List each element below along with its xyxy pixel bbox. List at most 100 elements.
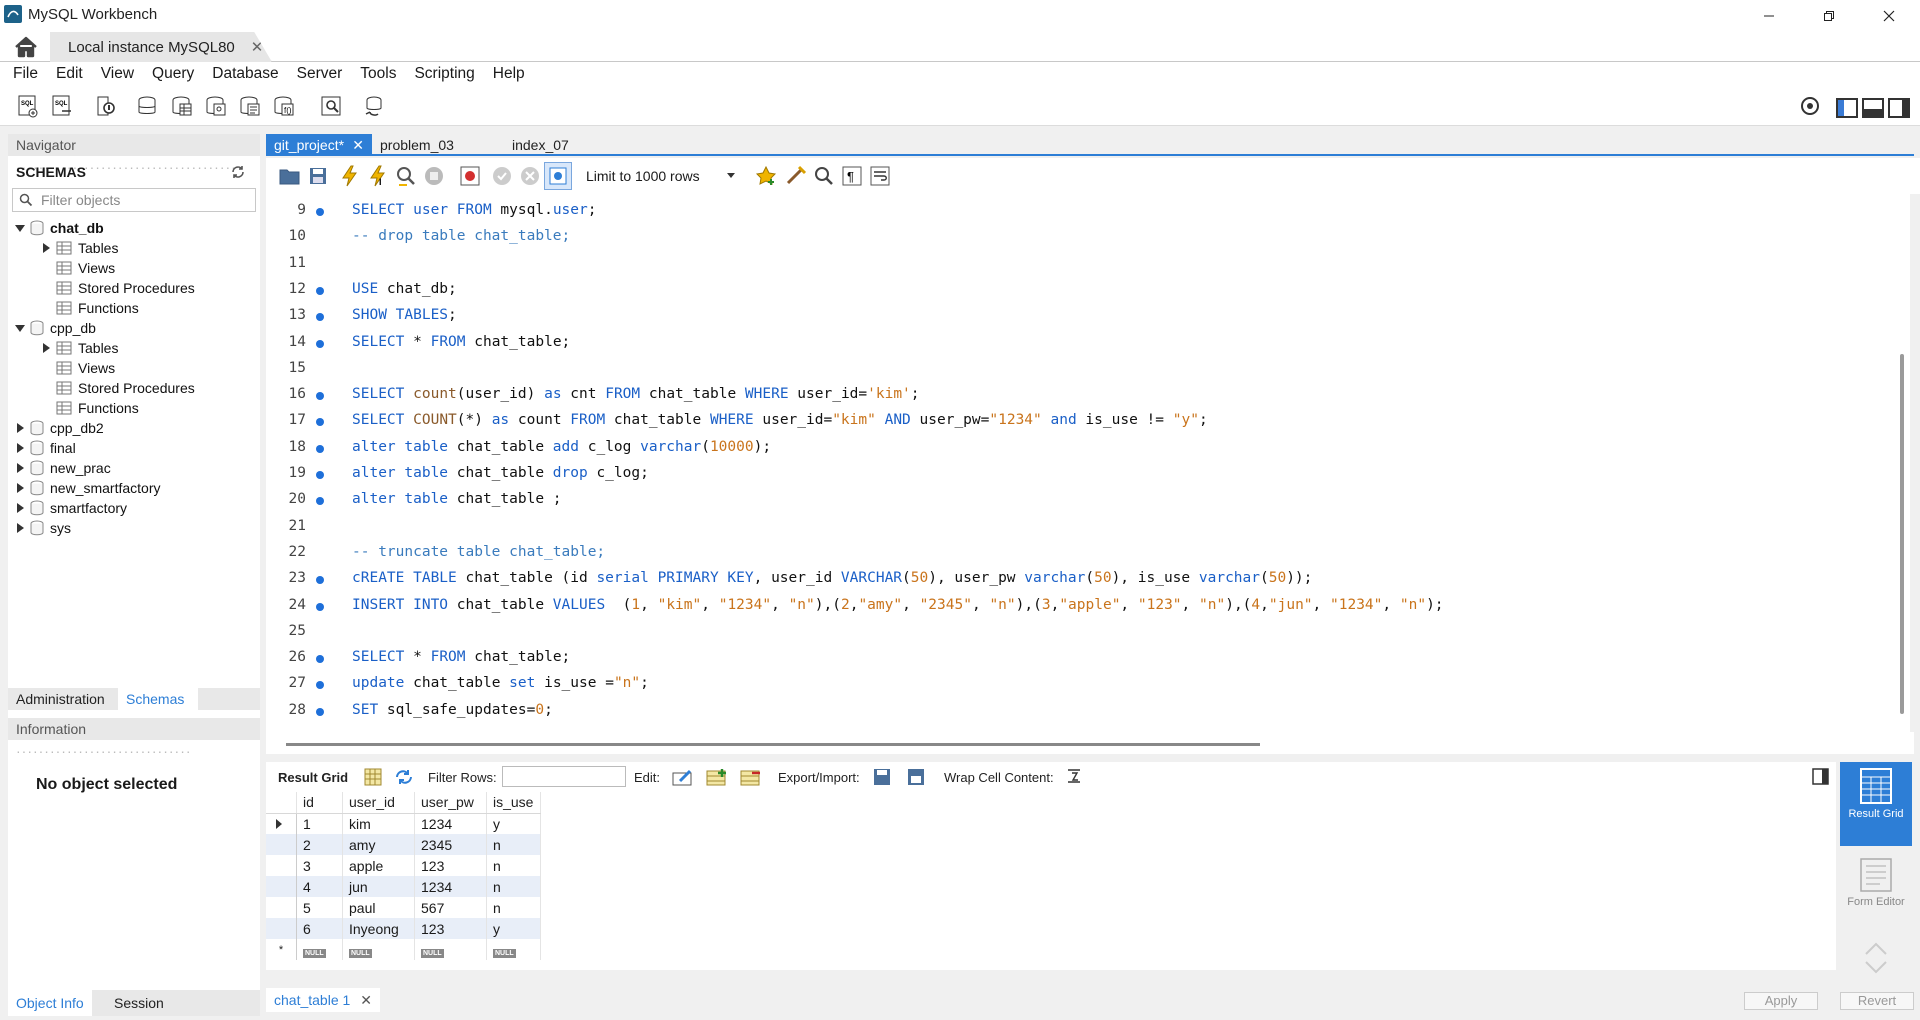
tree-item-stored-procedures[interactable]: Stored Procedures: [56, 378, 195, 398]
table-cell[interactable]: 2345: [414, 834, 487, 855]
toggle-stop-on-error-icon[interactable]: [456, 162, 484, 190]
table-cell[interactable]: n: [486, 855, 541, 876]
schema-smartfactory[interactable]: smartfactory: [14, 498, 127, 518]
menu-edit[interactable]: Edit: [47, 65, 92, 83]
inspector-icon[interactable]: [92, 92, 120, 120]
tab-object-info[interactable]: Object Info: [8, 990, 92, 1016]
filter-objects-input[interactable]: Filter objects: [12, 188, 256, 212]
table-cell[interactable]: apple: [342, 855, 415, 876]
result-grid-view-button[interactable]: Result Grid: [1840, 762, 1912, 846]
result-grid[interactable]: id user_id user_pw is_use 1 kim 1234 y 2 amy 2…: [266, 792, 1836, 970]
tab-administration[interactable]: Administration: [8, 688, 113, 710]
tree-item-functions[interactable]: Functions: [56, 398, 139, 418]
tree-item-stored-procedures[interactable]: Stored Procedures: [56, 278, 195, 298]
collapsed-arrow-icon[interactable]: [14, 522, 26, 534]
schema-chat-db[interactable]: chat_db: [14, 218, 104, 238]
code-line[interactable]: SHOW TABLES;: [352, 307, 457, 323]
collapsed-arrow-icon[interactable]: [14, 502, 26, 514]
table-cell[interactable]: 1234: [414, 813, 487, 834]
code-line[interactable]: alter table chat_table ;: [352, 491, 562, 507]
code-line[interactable]: INSERT INTO chat_table VALUES (1, "kim",…: [352, 597, 1444, 613]
null-cell[interactable]: NULL: [296, 939, 343, 960]
import-icon[interactable]: [906, 767, 928, 787]
export-icon[interactable]: [872, 767, 894, 787]
table-cell[interactable]: 567: [414, 897, 487, 918]
invisible-chars-icon[interactable]: ¶: [838, 162, 866, 190]
table-cell[interactable]: amy: [342, 834, 415, 855]
code-line[interactable]: SELECT COUNT(*) as count FROM chat_table…: [352, 412, 1208, 428]
table-cell[interactable]: 123: [414, 855, 487, 876]
table-cell[interactable]: 1: [296, 813, 343, 834]
code-line[interactable]: alter table chat_table add c_log varchar…: [352, 439, 771, 455]
toggle-result-panel-icon[interactable]: [1812, 768, 1830, 786]
chevron-up-icon[interactable]: [1864, 942, 1888, 956]
table-cell[interactable]: paul: [342, 897, 415, 918]
editor-horizontal-scrollbar[interactable]: [266, 732, 1914, 754]
editor-tab-index-07[interactable]: index_07: [484, 134, 596, 156]
apply-button[interactable]: Apply: [1744, 992, 1818, 1010]
schema-sys[interactable]: sys: [14, 518, 71, 538]
find-icon[interactable]: [810, 162, 838, 190]
row-header[interactable]: [266, 834, 297, 855]
table-cell[interactable]: n: [486, 897, 541, 918]
revert-button[interactable]: Revert: [1840, 992, 1914, 1010]
table-cell[interactable]: jun: [342, 876, 415, 897]
row-header[interactable]: [266, 897, 297, 918]
table-cell[interactable]: n: [486, 834, 541, 855]
toggle-sidebar-icon[interactable]: [1836, 98, 1858, 118]
table-cell[interactable]: 6: [296, 918, 343, 939]
connection-tab[interactable]: Local instance MySQL80 ✕: [50, 32, 272, 62]
row-header[interactable]: [266, 855, 297, 876]
collapsed-arrow-icon[interactable]: [14, 482, 26, 494]
code-line[interactable]: SET sql_safe_updates=0;: [352, 702, 553, 718]
code-line[interactable]: alter table chat_table drop c_log;: [352, 465, 649, 481]
edit-row-icon[interactable]: [672, 767, 694, 787]
tree-item-tables[interactable]: Tables: [40, 238, 118, 258]
execute-icon[interactable]: [336, 162, 364, 190]
chevron-down-icon[interactable]: [1864, 960, 1888, 974]
menu-scripting[interactable]: Scripting: [405, 65, 483, 83]
table-row[interactable]: 2 amy 2345 n: [266, 834, 541, 855]
beautify-icon[interactable]: [782, 162, 810, 190]
table-row[interactable]: 3 apple 123 n: [266, 855, 541, 876]
execute-current-icon[interactable]: I: [364, 162, 392, 190]
sql-editor[interactable]: 9 SELECT user FROM mysql.user; 10 -- drop t…: [266, 194, 1896, 732]
code-line[interactable]: update chat_table set is_use ="n";: [352, 675, 649, 691]
table-cell[interactable]: 1234: [414, 876, 487, 897]
null-cell[interactable]: NULL: [414, 939, 487, 960]
grid-view-icon[interactable]: [364, 768, 382, 786]
table-cell[interactable]: y: [486, 918, 541, 939]
create-function-icon[interactable]: f(): [270, 92, 298, 120]
restore-button[interactable]: [1806, 0, 1852, 32]
code-line[interactable]: SELECT user FROM mysql.user;: [352, 202, 596, 218]
table-cell[interactable]: n: [486, 876, 541, 897]
new-sql-tab-icon[interactable]: SQL: [14, 92, 42, 120]
editor-tab-git-project[interactable]: git_project* ✕: [266, 134, 372, 156]
add-snippet-icon[interactable]: [752, 162, 780, 190]
refresh-schemas-icon[interactable]: [230, 164, 246, 180]
code-line[interactable]: cREATE TABLE chat_table (id serial PRIMA…: [352, 570, 1312, 586]
reconnect-icon[interactable]: [360, 92, 388, 120]
home-icon[interactable]: [14, 36, 38, 58]
row-header[interactable]: [266, 813, 297, 834]
close-tab-icon[interactable]: ✕: [352, 134, 364, 156]
tab-session[interactable]: Session: [106, 990, 172, 1016]
create-table-icon[interactable]: [168, 92, 196, 120]
autocommit-toggle-icon[interactable]: [544, 162, 572, 190]
column-header[interactable]: is_use: [486, 792, 541, 814]
table-row[interactable]: 1 kim 1234 y: [266, 813, 541, 834]
open-sql-script-icon[interactable]: SQL: [48, 92, 76, 120]
code-line[interactable]: -- truncate table chat_table;: [352, 544, 605, 560]
collapsed-arrow-icon[interactable]: [14, 462, 26, 474]
create-schema-icon[interactable]: [134, 92, 162, 120]
collapsed-arrow-icon[interactable]: [14, 422, 26, 434]
create-procedure-icon[interactable]: [236, 92, 264, 120]
tab-schemas[interactable]: Schemas: [118, 688, 198, 710]
row-header[interactable]: [266, 876, 297, 897]
save-icon[interactable]: [304, 162, 332, 190]
minimize-button[interactable]: [1746, 0, 1792, 32]
word-wrap-icon[interactable]: [866, 162, 894, 190]
table-cell[interactable]: y: [486, 813, 541, 834]
menu-server[interactable]: Server: [288, 65, 352, 83]
open-file-icon[interactable]: [276, 162, 304, 190]
